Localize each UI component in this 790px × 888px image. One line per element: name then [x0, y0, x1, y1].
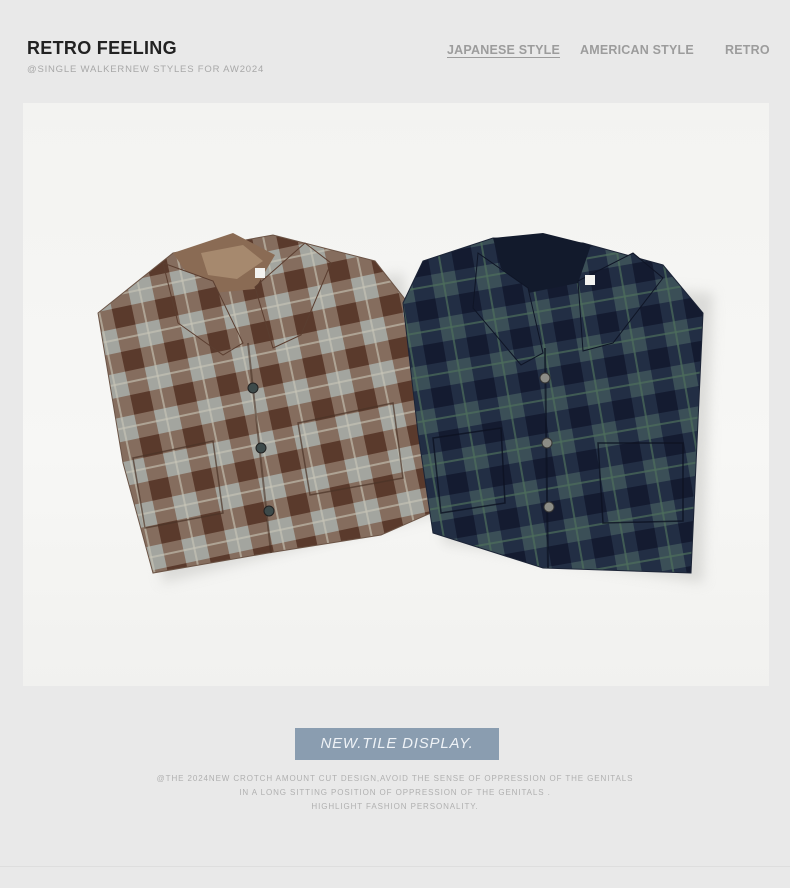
caption-line: @THE 2024NEW CROTCH AMOUNT CUT DESIGN,AV…: [156, 774, 634, 783]
nav-japanese-style[interactable]: JAPANESE STYLE: [447, 43, 560, 57]
nav-american-style[interactable]: AMERICAN STYLE: [580, 43, 694, 57]
navy-plaid-shirt: [402, 233, 704, 574]
product-photo: [23, 103, 769, 686]
caption-line: HIGHLIGHT FASHION PERSONALITY.: [311, 802, 479, 811]
tile-display-label: NEW.TILE DISPLAY.: [320, 735, 474, 752]
style-nav: JAPANESE STYLE AMERICAN STYLE RETRO: [0, 43, 790, 63]
product-caption: @THE 2024NEW CROTCH AMOUNT CUT DESIGN,AV…: [0, 772, 790, 814]
brown-plaid-shirt: [97, 233, 432, 574]
page-subtitle: @SINGLE WALKERNEW STYLES FOR AW2024: [27, 64, 265, 75]
divider: [0, 866, 790, 867]
tile-display-badge: NEW.TILE DISPLAY.: [295, 728, 499, 760]
caption-line: IN A LONG SITTING POSITION OF OPPRESSION…: [239, 788, 551, 797]
nav-retro[interactable]: RETRO: [725, 43, 770, 57]
page-header: RETRO FEELING @SINGLE WALKERNEW STYLES F…: [0, 0, 790, 100]
